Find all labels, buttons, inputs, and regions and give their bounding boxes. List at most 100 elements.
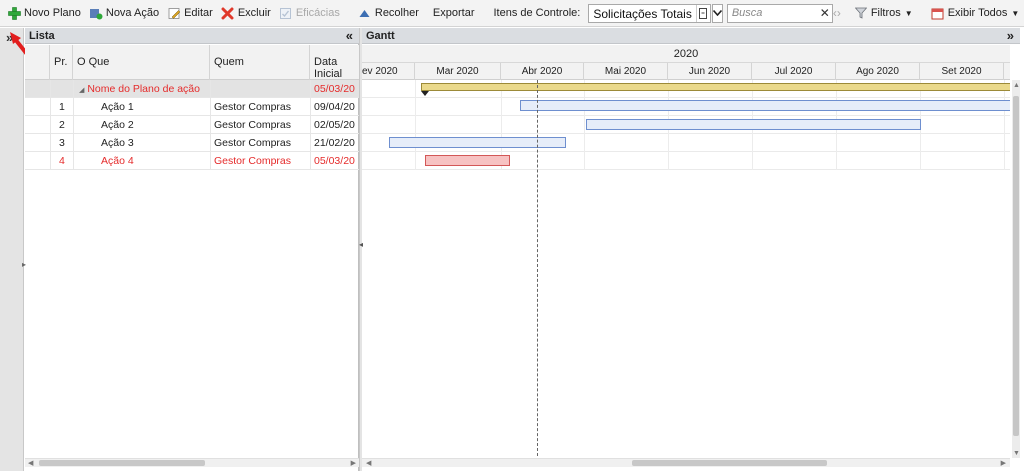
row-priority: 1	[59, 101, 65, 113]
gantt-horizontal-scrollbar[interactable]: ◀ ▶	[362, 458, 1010, 467]
caret-down-icon: ▼	[1011, 8, 1020, 18]
clear-search-icon[interactable]: ✕	[818, 6, 832, 20]
efficacies-label: Eficácias	[295, 7, 340, 19]
triangle-up-icon	[358, 6, 372, 20]
month-label: Abr 2020	[501, 63, 584, 80]
month-label: ev 2020	[358, 63, 415, 80]
plus-icon	[7, 6, 21, 20]
task-bar-acao-3[interactable]	[389, 137, 566, 148]
chevron-down-icon	[712, 10, 722, 16]
gantt-title: Gantt	[366, 30, 395, 42]
task-bar-acao-1[interactable]	[520, 100, 1010, 111]
column-divider	[210, 80, 211, 170]
delete-label: Excluir	[237, 7, 271, 19]
search-input[interactable]	[727, 5, 818, 21]
row-what: Ação 1	[101, 101, 134, 113]
table-row[interactable]: 1 Ação 1 Gestor Compras 09/04/20	[25, 98, 359, 116]
table-row[interactable]: 4 Ação 4 Gestor Compras 05/03/20	[25, 152, 359, 170]
edit-label: Editar	[184, 7, 213, 19]
filters-button[interactable]: Filtros ▼	[851, 2, 916, 24]
row-who: Gestor Compras	[214, 101, 292, 113]
new-action-button[interactable]: Nova Ação	[86, 2, 162, 24]
list-scroll-thumb[interactable]	[39, 460, 205, 466]
list-panel-header: Lista «	[25, 28, 359, 44]
timeline-months: ev 2020 Mar 2020 Abr 2020 Mai 2020 Jun 2…	[362, 63, 1010, 80]
collapse-gantt-icon[interactable]: »	[1007, 28, 1014, 43]
export-label: Exportar	[432, 7, 475, 19]
column-header-priority[interactable]: Pr.	[50, 45, 73, 80]
efficacies-button[interactable]: Eficácias	[276, 2, 343, 24]
export-button[interactable]: Exportar	[430, 2, 478, 24]
new-plan-button[interactable]: Novo Plano	[4, 2, 84, 24]
column-header-start-date[interactable]: Data Inicial	[310, 45, 359, 80]
control-items-select[interactable]: Solicitações Totais	[588, 3, 711, 23]
collapse-button[interactable]: Recolher	[355, 2, 422, 24]
task-bar-acao-2[interactable]	[586, 119, 921, 130]
show-all-label: Exibir Todos	[947, 7, 1008, 19]
month-gridline	[584, 80, 585, 170]
column-header-what[interactable]: O Que	[73, 45, 210, 80]
scroll-right-icon[interactable]: ▶	[351, 459, 356, 467]
row-start-date: 05/03/20	[314, 155, 355, 167]
clear-selection-icon[interactable]	[695, 4, 710, 22]
plan-group-label: Nome do Plano de ação	[87, 83, 200, 95]
filter-funnel-icon	[854, 6, 868, 20]
delete-x-icon	[221, 6, 235, 20]
summary-bar-cap-icon	[421, 91, 429, 96]
caret-down-icon: ▼	[904, 8, 913, 18]
row-what: Ação 4	[101, 155, 134, 167]
gantt-vertical-scrollbar[interactable]: ▲ ▼	[1012, 80, 1020, 458]
toolbar: Novo Plano Nova Ação Editar Excluir Efic…	[0, 0, 1024, 27]
row-start-date: 09/04/20	[314, 101, 355, 113]
row-what: Ação 3	[101, 137, 134, 149]
plan-group-row[interactable]: ◢ Nome do Plano de ação 05/03/20	[25, 80, 359, 98]
plan-group-name: ◢ Nome do Plano de ação	[75, 80, 310, 98]
scroll-left-icon[interactable]: ◀	[366, 459, 371, 467]
month-gridline	[415, 80, 416, 170]
scroll-down-icon[interactable]: ▼	[1013, 450, 1020, 457]
table-row[interactable]: 3 Ação 3 Gestor Compras 21/02/20	[25, 134, 359, 152]
month-label: Mai 2020	[584, 63, 668, 80]
control-items-value: Solicitações Totais	[593, 6, 692, 21]
table-row[interactable]: 2 Ação 2 Gestor Compras 02/05/20	[25, 116, 359, 134]
column-header-who[interactable]: Quem	[210, 45, 310, 80]
calendar-icon	[931, 6, 945, 20]
list-panel: Lista « Pr. O Que Quem Data Inicial ◢ No…	[25, 28, 359, 471]
scroll-left-icon[interactable]: ◀	[28, 459, 33, 467]
new-action-icon	[89, 6, 103, 20]
month-label: Set 2020	[920, 63, 1004, 80]
task-bar-acao-4[interactable]	[425, 155, 510, 166]
plan-summary-bar[interactable]	[421, 83, 1010, 91]
new-action-label: Nova Ação	[105, 7, 160, 19]
gantt-scroll-thumb[interactable]	[632, 460, 827, 466]
delete-button[interactable]: Excluir	[218, 2, 274, 24]
vertical-scroll-thumb[interactable]	[1013, 96, 1019, 436]
month-gridline	[1004, 80, 1005, 170]
left-rail: » ▸	[0, 28, 26, 471]
scroll-up-icon[interactable]: ▲	[1013, 82, 1020, 89]
row-start-date: 02/05/20	[314, 119, 355, 131]
new-plan-label: Novo Plano	[24, 7, 81, 19]
collapse-list-icon[interactable]: «	[346, 28, 353, 43]
show-all-button[interactable]: Exibir Todos ▼	[928, 2, 1023, 24]
column-divider	[73, 80, 74, 170]
filters-label: Filtros	[870, 7, 901, 19]
month-label: Jul 2020	[752, 63, 836, 80]
search-box: ✕	[726, 3, 833, 23]
efficacy-icon	[279, 6, 293, 20]
control-items-dropdown-button[interactable]	[711, 3, 723, 23]
row-start-date: 21/02/20	[314, 137, 355, 149]
edit-button[interactable]: Editar	[164, 2, 216, 24]
row-who: Gestor Compras	[214, 137, 292, 149]
gantt-panel: Gantt » 2020 ev 2020 Mar 2020 Abr 2020 M…	[362, 28, 1020, 471]
control-items-label: Itens de Controle:	[493, 7, 581, 19]
month-label: Mar 2020	[415, 63, 501, 80]
list-grid-header: Pr. O Que Quem Data Inicial	[25, 45, 359, 80]
list-title: Lista	[29, 30, 55, 42]
pencil-icon	[167, 6, 181, 20]
next-result-icon[interactable]: ›	[837, 6, 841, 20]
expand-triangle-icon[interactable]: ◢	[79, 87, 84, 94]
list-horizontal-scrollbar[interactable]: ◀ ▶	[25, 458, 359, 467]
row-priority: 3	[59, 137, 65, 149]
scroll-right-icon[interactable]: ▶	[1001, 459, 1006, 467]
